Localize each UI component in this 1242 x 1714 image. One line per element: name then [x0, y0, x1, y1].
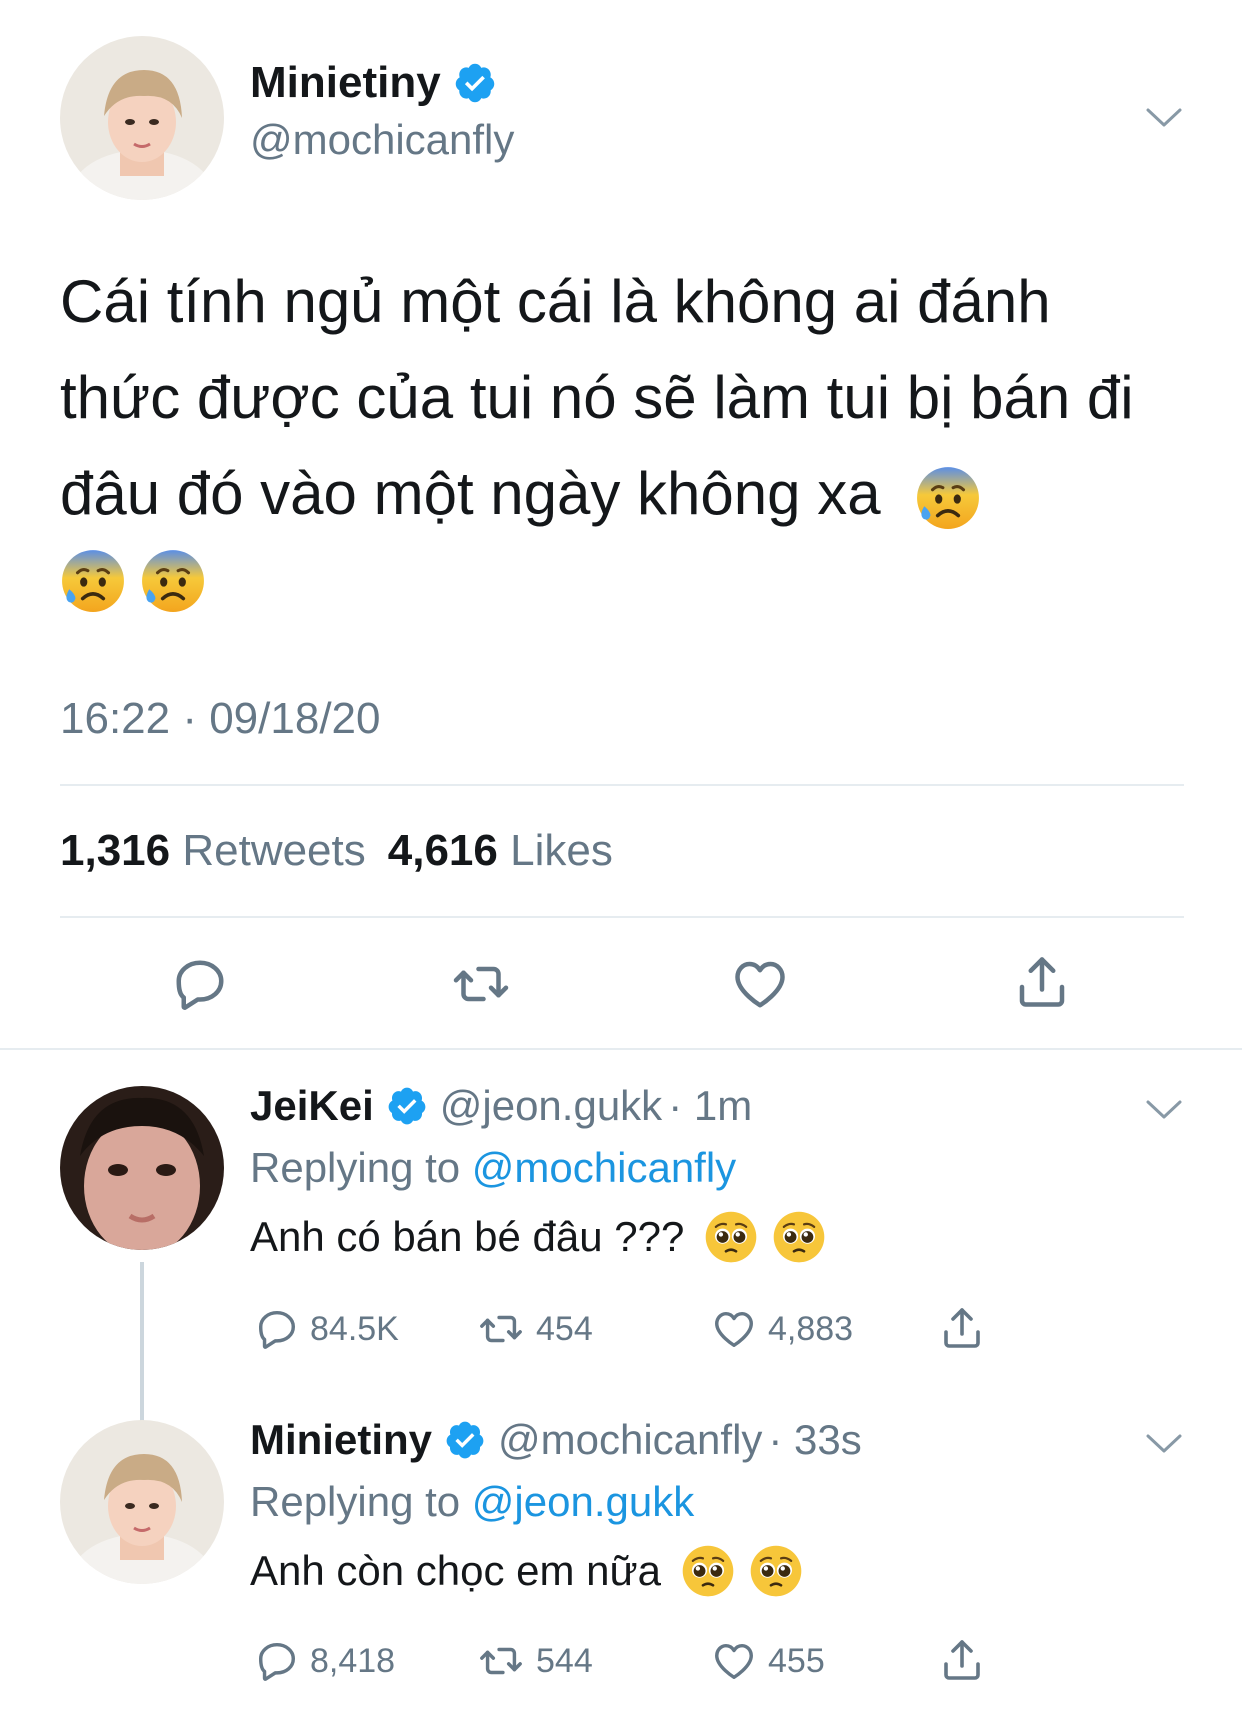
reply-body: Anh còn chọc em nữa	[250, 1544, 803, 1598]
like-icon[interactable]	[730, 954, 790, 1014]
reply-icon	[254, 1306, 300, 1352]
reply-action-like[interactable]: 455	[710, 1638, 825, 1684]
retweet-icon	[476, 1306, 526, 1352]
retweets-count: 1,316	[60, 826, 171, 875]
replying-to-handle[interactable]: @mochicanfly	[472, 1144, 736, 1191]
reply-avatar[interactable]	[60, 1086, 224, 1250]
anxious-face-emoji-icon	[140, 548, 206, 614]
reply-chevron-down-icon[interactable]	[1144, 1098, 1184, 1122]
replying-to-handle[interactable]: @jeon.gukk	[472, 1478, 694, 1525]
reply-action-retweet[interactable]: 544	[476, 1638, 593, 1684]
reply-time[interactable]: · 33s	[768, 1416, 861, 1464]
replying-to-label: Replying to	[250, 1478, 461, 1525]
like-count: 4,883	[768, 1309, 854, 1348]
share-icon[interactable]	[1012, 952, 1072, 1012]
main-tweet-chevron-down-icon[interactable]	[1144, 106, 1184, 130]
reply-count: 84.5K	[310, 1309, 399, 1348]
reply-tweet[interactable]: JeiKei @jeon.gukk · 1m Replying to @moch…	[0, 1050, 1242, 1452]
reply-handle[interactable]: @mochicanfly	[498, 1416, 762, 1464]
reply-body: Anh có bán bé đâu ???	[250, 1210, 826, 1264]
main-tweet-header: Minietiny @mochicanfly	[250, 58, 514, 164]
main-tweet-body: Cái tính ngủ một cái là không ai đánh th…	[60, 254, 1150, 614]
anxious-face-emoji-icon	[60, 548, 126, 614]
reply-action-retweet[interactable]: 454	[476, 1306, 593, 1352]
retweets-label: Retweets	[182, 826, 366, 875]
pleading-face-emoji-icon	[772, 1210, 826, 1264]
replying-to-line: Replying to @jeon.gukk	[250, 1478, 694, 1526]
share-icon	[938, 1304, 986, 1352]
verified-badge-icon	[453, 61, 497, 105]
reply-action-share[interactable]	[938, 1636, 986, 1684]
engagement-stats: 1,316 Retweets 4,616 Likes	[60, 826, 613, 876]
retweet-icon	[476, 1638, 526, 1684]
reply-avatar[interactable]	[60, 1420, 224, 1584]
likes-stat[interactable]: 4,616 Likes	[388, 826, 613, 876]
pleading-face-emoji-icon	[704, 1210, 758, 1264]
reply-count: 8,418	[310, 1641, 396, 1680]
reply-action-like[interactable]: 4,883	[710, 1306, 853, 1352]
retweets-stat[interactable]: 1,316 Retweets	[60, 826, 366, 876]
anxious-face-emoji-icon	[915, 465, 981, 531]
main-tweet-handle[interactable]: @mochicanfly	[250, 116, 514, 164]
reply-time[interactable]: · 1m	[668, 1082, 752, 1130]
likes-label: Likes	[510, 826, 613, 875]
retweet-icon[interactable]	[449, 954, 513, 1014]
pleading-face-emoji-icon	[681, 1544, 735, 1598]
reply-text: Anh có bán bé đâu ???	[250, 1213, 685, 1260]
retweet-count: 544	[536, 1641, 593, 1680]
reply-display-name[interactable]: Minietiny	[250, 1416, 432, 1464]
reply-action-reply[interactable]: 84.5K	[254, 1306, 399, 1352]
reply-action-reply[interactable]: 8,418	[254, 1638, 395, 1684]
reply-handle[interactable]: @jeon.gukk	[440, 1082, 662, 1130]
pleading-face-emoji-icon	[749, 1544, 803, 1598]
replying-to-label: Replying to	[250, 1144, 461, 1191]
share-icon	[938, 1636, 986, 1684]
replying-to-line: Replying to @mochicanfly	[250, 1144, 736, 1192]
reply-header: Minietiny @mochicanfly · 33s	[250, 1416, 862, 1464]
reply-chevron-down-icon[interactable]	[1144, 1432, 1184, 1456]
reply-action-share[interactable]	[938, 1304, 986, 1352]
verified-badge-icon	[444, 1419, 486, 1461]
main-tweet: Minietiny @mochicanfly Cái tính ngủ một …	[0, 0, 1242, 1050]
like-icon	[710, 1306, 758, 1352]
reply-header: JeiKei @jeon.gukk · 1m	[250, 1082, 752, 1130]
main-tweet-timestamp[interactable]: 16:22 · 09/18/20	[60, 694, 380, 744]
main-tweet-avatar[interactable]	[60, 36, 224, 200]
reply-tweet[interactable]: Minietiny @mochicanfly · 33s Replying to…	[0, 1384, 1242, 1714]
reply-icon	[254, 1638, 300, 1684]
main-tweet-display-name[interactable]: Minietiny	[250, 58, 441, 108]
likes-count: 4,616	[387, 826, 498, 875]
divider	[60, 784, 1184, 786]
reply-text: Anh còn chọc em nữa	[250, 1547, 662, 1594]
like-icon	[710, 1638, 758, 1684]
divider	[60, 916, 1184, 918]
reply-display-name[interactable]: JeiKei	[250, 1082, 374, 1130]
verified-badge-icon	[386, 1085, 428, 1127]
like-count: 455	[768, 1641, 825, 1680]
retweet-count: 454	[536, 1309, 593, 1348]
reply-icon[interactable]	[170, 954, 230, 1014]
